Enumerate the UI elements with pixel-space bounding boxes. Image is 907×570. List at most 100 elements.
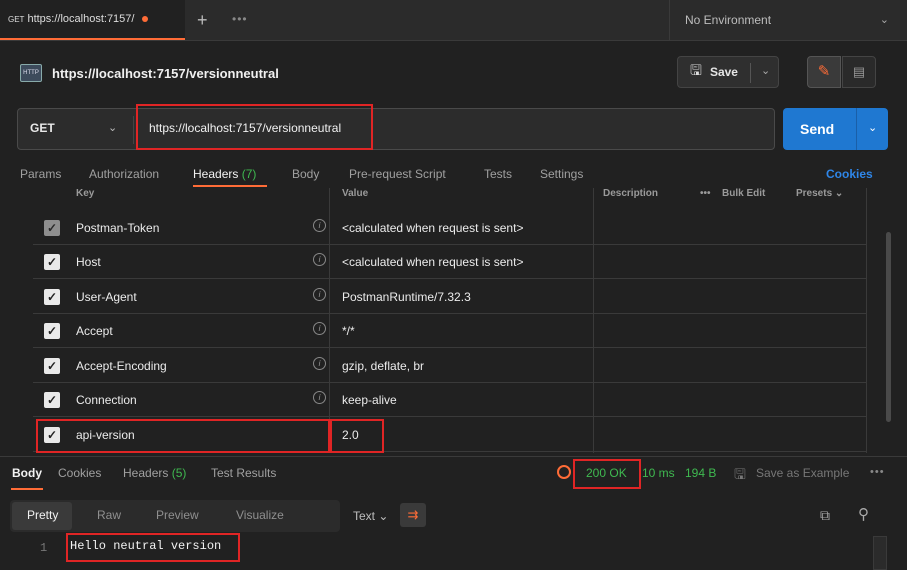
response-time[interactable]: 10 ms (642, 466, 675, 480)
table-row: ✓ Host i <calculated when request is sen… (33, 245, 867, 279)
presets-label: Presets (796, 188, 833, 199)
body-type-selector[interactable]: Text ⌄ (345, 503, 393, 529)
format-raw[interactable]: Raw (97, 508, 121, 522)
header-key: Connection (76, 393, 137, 407)
send-divider (856, 108, 857, 150)
info-icon[interactable]: i (313, 357, 326, 370)
info-icon[interactable]: i (313, 253, 326, 266)
response-size[interactable]: 194 B (685, 466, 716, 480)
active-response-tab-underline (11, 488, 43, 490)
environment-label: No Environment (685, 13, 772, 27)
row-checkbox[interactable]: ✓ (44, 323, 60, 339)
more-columns-icon[interactable]: ••• (700, 188, 711, 199)
response-divider (0, 456, 907, 457)
headers-scrollbar[interactable] (886, 232, 891, 422)
format-preview[interactable]: Preview (156, 508, 199, 522)
row-checkbox[interactable]: ✓ (44, 392, 60, 408)
save-icon: 🖫 (690, 62, 702, 78)
info-icon[interactable]: i (313, 391, 326, 404)
chevron-down-icon[interactable]: ⌄ (761, 64, 770, 77)
row-checkbox[interactable]: ✓ (44, 254, 60, 270)
row-checkbox[interactable]: ✓ (44, 220, 60, 236)
tab-headers-count: (7) (241, 167, 257, 181)
edit-pencil-icon[interactable]: ✎ (807, 56, 841, 88)
tab-authorization[interactable]: Authorization (89, 167, 159, 181)
info-icon[interactable]: i (313, 219, 326, 232)
url-divider (133, 116, 134, 144)
tab-options-icon[interactable]: ••• (232, 12, 248, 26)
response-scrollbar[interactable] (873, 536, 887, 570)
header-value: <calculated when request is sent> (342, 221, 524, 235)
tab-headers-label: Headers (193, 167, 239, 181)
body-type-label: Text (353, 509, 376, 523)
status-badge[interactable]: 200 OK (586, 466, 627, 480)
response-tab-cookies[interactable]: Cookies (58, 466, 101, 480)
column-description: Description (603, 188, 659, 199)
column-value: Value (342, 188, 369, 199)
copy-icon[interactable]: ⧉ (820, 507, 830, 524)
send-label: Send (800, 121, 835, 137)
column-key: Key (76, 188, 95, 199)
url-bar (17, 108, 775, 150)
unsaved-dot-icon (142, 16, 149, 22)
row-checkbox[interactable]: ✓ (44, 358, 60, 374)
presets-dropdown[interactable]: Presets ⌄ (796, 188, 843, 199)
table-row: ✓ Postman-Token i <calculated when reque… (33, 211, 867, 245)
info-icon[interactable]: i (313, 288, 326, 301)
header-key: api-version (76, 428, 135, 442)
header-value: 2.0 (342, 428, 359, 442)
tab-pre-request-script[interactable]: Pre-request Script (349, 167, 446, 181)
header-key: Accept-Encoding (76, 359, 167, 373)
format-pretty[interactable]: Pretty (27, 508, 58, 522)
save-example-icon[interactable]: 🖫 (734, 464, 746, 488)
more-options-icon[interactable]: ••• (870, 466, 885, 478)
chevron-down-icon[interactable]: ⌄ (868, 121, 877, 134)
table-row: ✓ User-Agent i PostmanRuntime/7.32.3 (33, 280, 867, 314)
table-row: ✓ Connection i keep-alive (33, 383, 867, 417)
header-key: User-Agent (76, 290, 137, 304)
response-tab-headers-label: Headers (123, 466, 169, 480)
bulk-edit-link[interactable]: Bulk Edit (722, 188, 765, 199)
row-checkbox[interactable]: ✓ (44, 427, 60, 443)
response-tab-test-results[interactable]: Test Results (211, 466, 276, 480)
tab-body[interactable]: Body (292, 167, 319, 181)
response-body-text[interactable]: Hello neutral version (70, 539, 221, 553)
save-divider (750, 63, 751, 83)
globe-icon[interactable] (557, 465, 571, 479)
row-checkbox[interactable]: ✓ (44, 289, 60, 305)
wrap-lines-icon[interactable]: ⇉ (400, 503, 426, 527)
chevron-down-icon[interactable]: ⌄ (108, 121, 117, 134)
info-icon[interactable]: i (313, 322, 326, 335)
request-tab[interactable]: GET https://localhost:7157/ (0, 0, 185, 40)
send-button[interactable]: Send ⌄ (783, 108, 888, 150)
response-tab-headers[interactable]: Headers (5) (123, 466, 186, 480)
header-value: keep-alive (342, 393, 397, 407)
tab-params[interactable]: Params (20, 167, 61, 181)
search-icon[interactable]: ⚲ (858, 505, 869, 523)
table-row: ✓ Accept i */* (33, 314, 867, 348)
cookies-link[interactable]: Cookies (826, 167, 873, 181)
header-value: <calculated when request is sent> (342, 255, 524, 269)
save-button[interactable]: 🖫 Save ⌄ (677, 56, 779, 88)
tab-headers[interactable]: Headers (7) (193, 167, 256, 181)
response-tab-body[interactable]: Body (12, 466, 42, 480)
request-title[interactable]: https://localhost:7157/versionneutral (52, 66, 279, 81)
table-row: ✓ api-version 2.0 (33, 418, 867, 452)
format-visualize[interactable]: Visualize (236, 508, 284, 522)
header-key: Host (76, 255, 101, 269)
url-input[interactable]: https://localhost:7157/versionneutral (149, 121, 341, 135)
tab-method: GET (8, 14, 25, 24)
table-row: ✓ Accept-Encoding i gzip, deflate, br (33, 349, 867, 383)
tab-settings[interactable]: Settings (540, 167, 583, 181)
active-tab-underline (193, 185, 267, 187)
save-as-example-button[interactable]: Save as Example (756, 466, 849, 480)
http-request-icon: HTTP (20, 64, 42, 82)
method-selector[interactable]: GET (30, 121, 55, 135)
header-key: Accept (76, 324, 113, 338)
tab-tests[interactable]: Tests (484, 167, 512, 181)
header-value: */* (342, 324, 355, 338)
new-tab-plus-icon[interactable]: + (197, 10, 208, 31)
environment-selector[interactable]: No Environment ⌄ (669, 0, 907, 40)
chevron-down-icon: ⌄ (879, 14, 889, 26)
comment-icon[interactable]: ▤ (842, 56, 876, 88)
